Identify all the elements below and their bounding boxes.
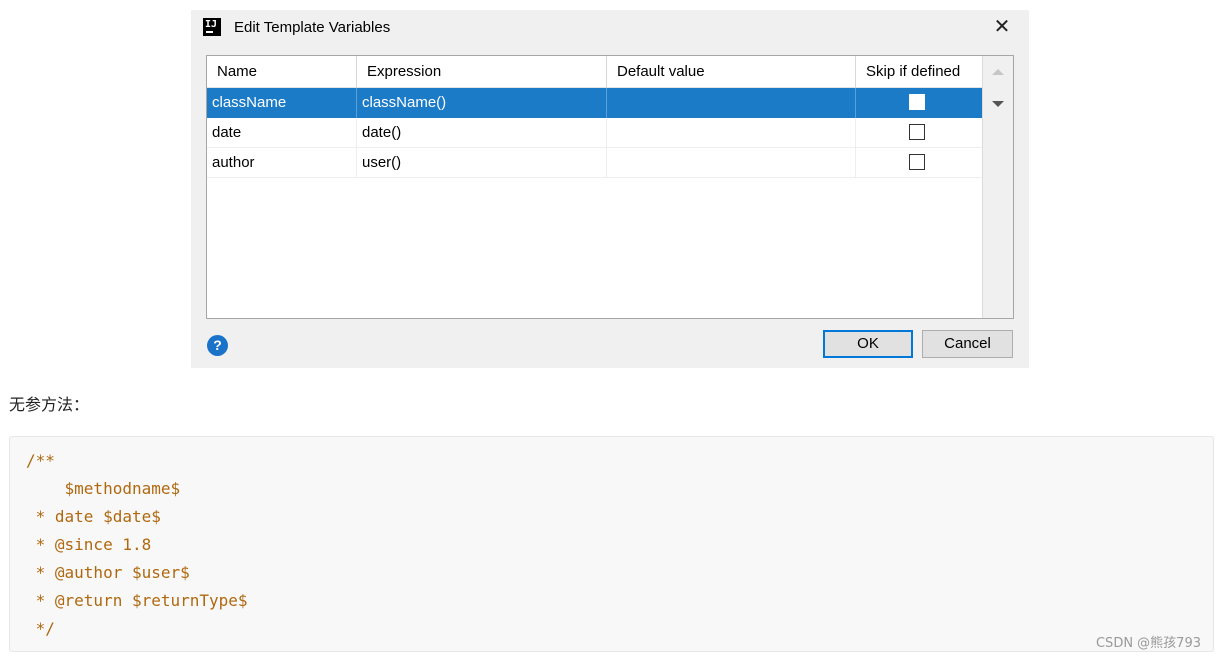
column-header-name[interactable]: Name: [207, 56, 357, 88]
edit-template-variables-dialog: IJ Edit Template Variables ✕ Name Expres…: [191, 10, 1029, 368]
table-row[interactable]: date date(): [207, 118, 982, 148]
cell-skip-if-defined: [856, 88, 982, 118]
cell-name[interactable]: author: [207, 148, 357, 178]
cancel-button[interactable]: Cancel: [922, 330, 1013, 358]
cell-default-value[interactable]: [607, 148, 856, 178]
close-icon[interactable]: ✕: [989, 15, 1015, 41]
code-line: * date $date$: [26, 507, 161, 526]
skip-checkbox[interactable]: [909, 94, 925, 110]
table-header: Name Expression Default value Skip if de…: [207, 56, 982, 88]
watermark: CSDN @熊孩793: [1095, 636, 1201, 651]
dialog-title: Edit Template Variables: [234, 19, 391, 36]
cell-skip-if-defined: [856, 118, 982, 148]
column-header-skip-if-defined[interactable]: Skip if defined: [856, 56, 982, 88]
code-line: * @author $user$: [26, 563, 190, 582]
scroll-up-icon[interactable]: [992, 69, 1004, 75]
intellij-app-icon: IJ: [203, 18, 221, 36]
ok-button[interactable]: OK: [823, 330, 913, 358]
variables-table: Name Expression Default value Skip if de…: [206, 55, 1014, 319]
code-line: * @since 1.8: [26, 535, 152, 554]
code-line: * @return $returnType$: [26, 591, 248, 610]
table-row[interactable]: author user(): [207, 148, 982, 178]
section-caption: 无参方法：: [9, 395, 90, 414]
code-block: /** $methodname$ * date $date$ * @since …: [9, 436, 1214, 652]
code-line: $methodname$: [26, 479, 181, 498]
cell-expression[interactable]: className(): [357, 88, 607, 118]
cell-default-value[interactable]: [607, 88, 856, 118]
cell-name[interactable]: className: [207, 88, 357, 118]
help-icon[interactable]: ?: [207, 335, 228, 356]
column-header-default-value[interactable]: Default value: [607, 56, 856, 88]
cell-expression[interactable]: user(): [357, 148, 607, 178]
cell-expression[interactable]: date(): [357, 118, 607, 148]
dialog-titlebar: IJ Edit Template Variables ✕: [191, 10, 1029, 46]
column-header-expression[interactable]: Expression: [357, 56, 607, 88]
table-row[interactable]: className className(): [207, 88, 982, 118]
scroll-down-icon[interactable]: [992, 101, 1004, 107]
skip-checkbox[interactable]: [909, 154, 925, 170]
skip-checkbox[interactable]: [909, 124, 925, 140]
cell-skip-if-defined: [856, 148, 982, 178]
code-line: */: [26, 619, 55, 638]
table-scrollbar[interactable]: [982, 56, 1013, 318]
cell-default-value[interactable]: [607, 118, 856, 148]
cell-name[interactable]: date: [207, 118, 357, 148]
code-line: /**: [26, 451, 55, 470]
